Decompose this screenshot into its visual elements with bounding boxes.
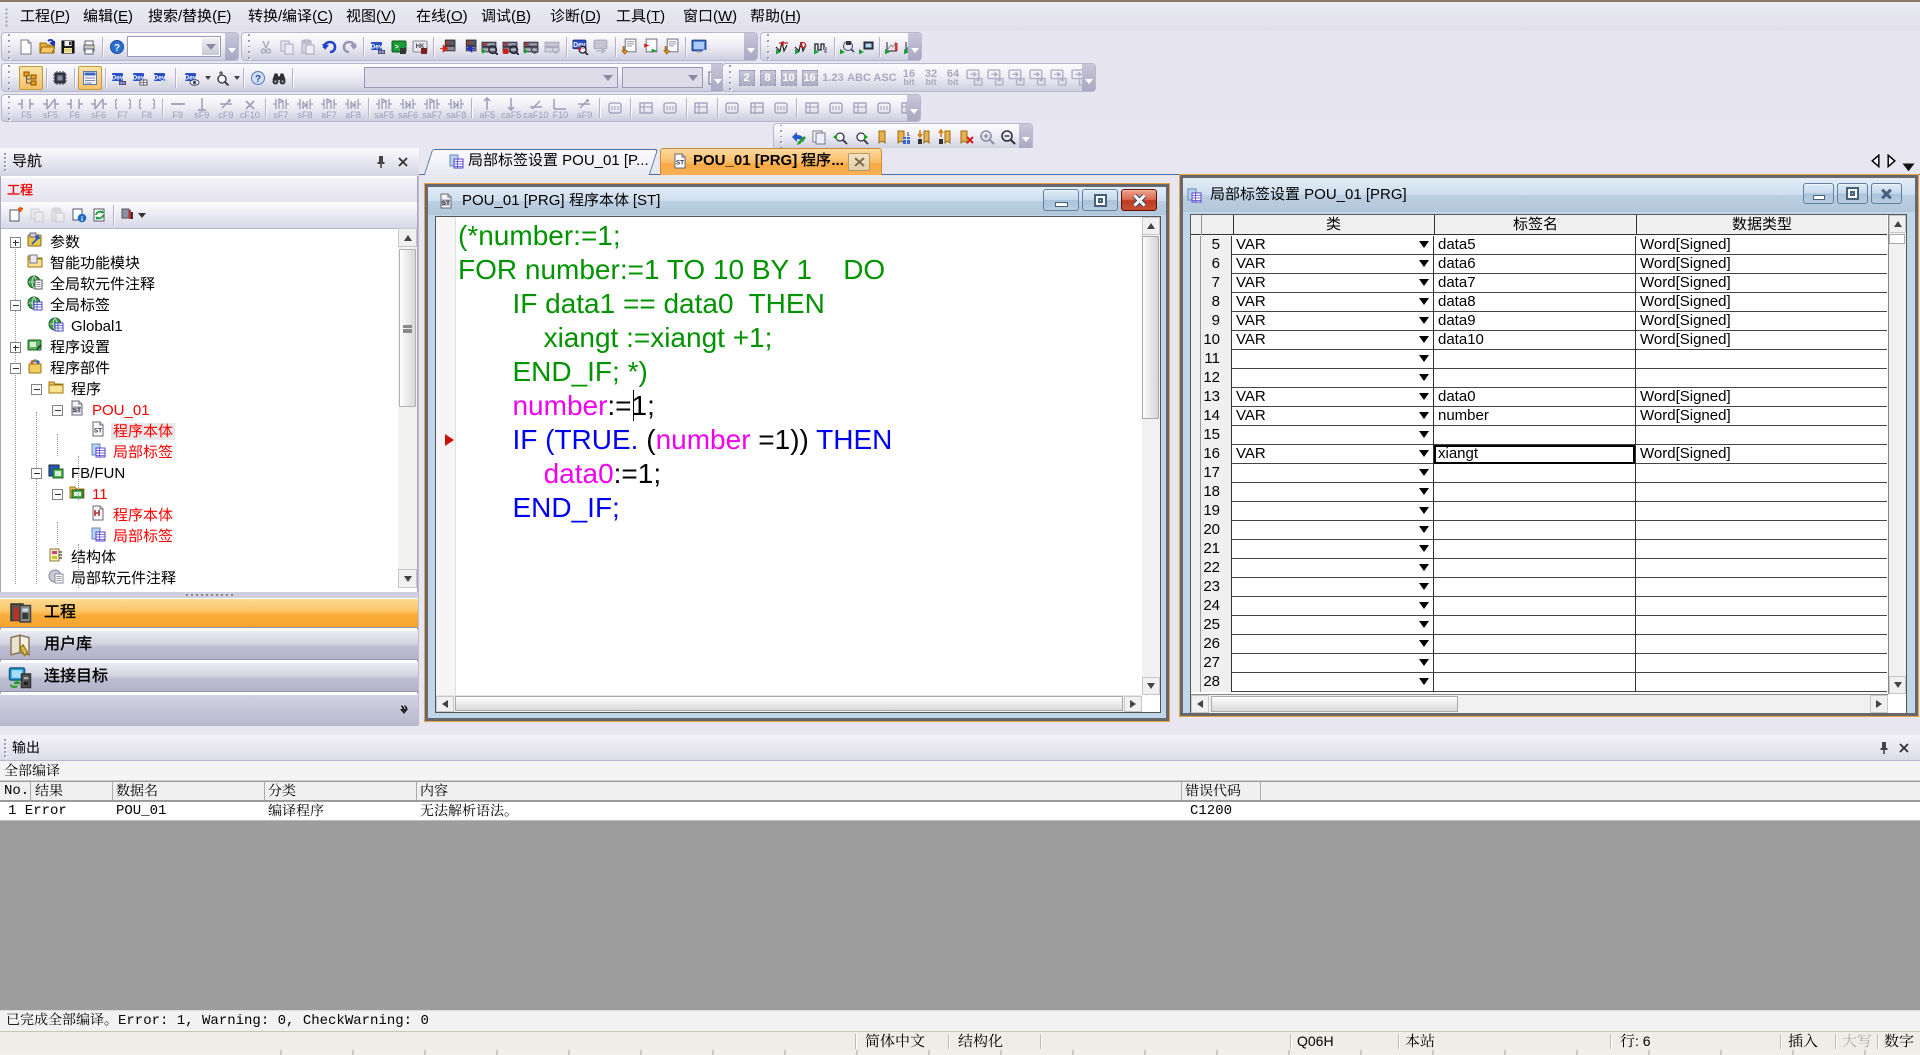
svg-text:?: ? xyxy=(255,74,261,85)
svg-text:?: ? xyxy=(113,43,119,54)
svg-text:Dev: Dev xyxy=(112,74,124,81)
svg-text:i: i xyxy=(81,215,83,223)
svg-text:ST: ST xyxy=(73,407,81,414)
svg-text:Dev: Dev xyxy=(370,43,382,50)
svg-text:ST: ST xyxy=(442,200,450,207)
svg-text:IL: IL xyxy=(906,132,910,138)
svg-text:ST: ST xyxy=(676,159,684,166)
svg-text:ST: ST xyxy=(94,428,102,435)
